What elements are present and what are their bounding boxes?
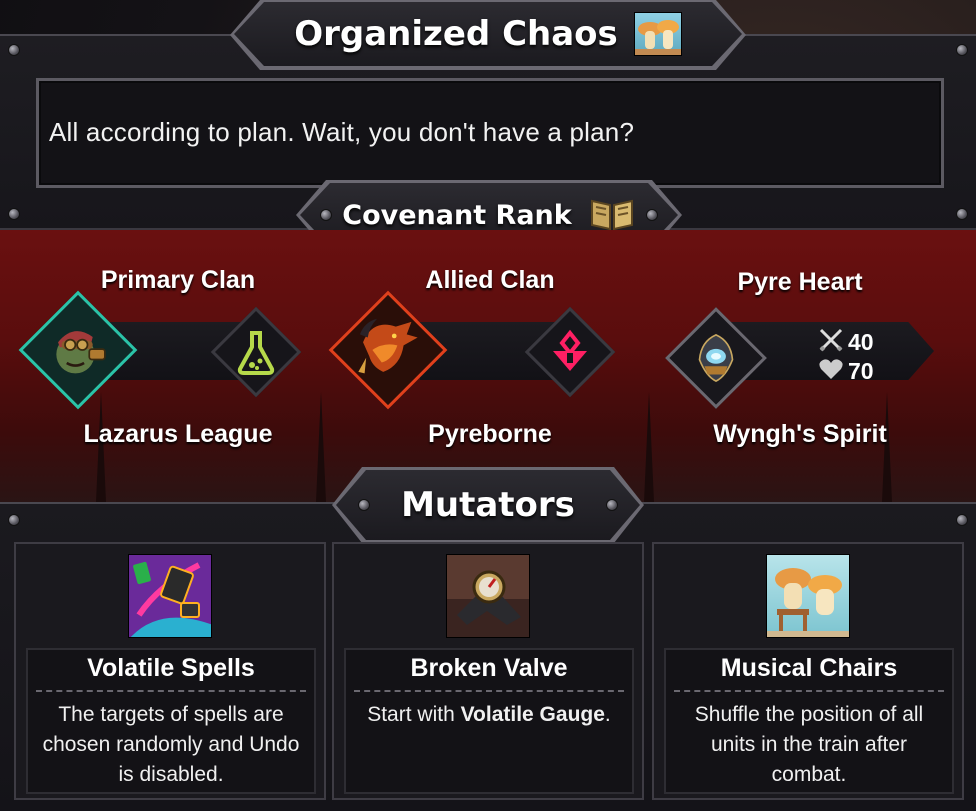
heart-icon bbox=[818, 357, 848, 386]
mutator-name: Broken Valve bbox=[410, 654, 568, 682]
challenge-description-box: All according to plan. Wait, you don't h… bbox=[36, 78, 944, 188]
rivet bbox=[320, 209, 332, 221]
description-text: Shuffle the position of all units in the… bbox=[694, 703, 924, 786]
challenge-description: All according to plan. Wait, you don't h… bbox=[49, 117, 635, 147]
goggled-alchemist-portrait bbox=[39, 311, 117, 389]
attack-value: 40 bbox=[848, 328, 874, 355]
divider bbox=[354, 690, 624, 692]
description-text: Start with bbox=[367, 703, 461, 726]
rivet bbox=[956, 514, 968, 526]
rivet bbox=[358, 499, 370, 511]
pyreborne-sigil-icon bbox=[541, 323, 599, 381]
divider bbox=[674, 690, 944, 692]
background-spike bbox=[644, 392, 654, 502]
volatile-spells-icon bbox=[128, 554, 212, 638]
mutator-text-box: Broken Valve Start with Volatile Gauge. bbox=[344, 648, 634, 794]
flask-icon bbox=[227, 323, 285, 381]
mutators-plaque: Mutators bbox=[336, 470, 640, 540]
musical-chairs-icon bbox=[766, 554, 850, 638]
rivet bbox=[646, 209, 658, 221]
rivet bbox=[956, 208, 968, 220]
background-spike bbox=[316, 392, 326, 502]
broken-valve-icon bbox=[446, 554, 530, 638]
pyre-heart-name: Wyngh's Spirit bbox=[713, 420, 887, 448]
pyre-heart-icon bbox=[683, 325, 749, 391]
pyre-heart-heading: Pyre Heart bbox=[737, 268, 863, 296]
dragon-portrait bbox=[349, 311, 427, 389]
mutator-card[interactable]: Musical Chairs Shuffle the position of a… bbox=[652, 542, 964, 800]
rivet bbox=[956, 44, 968, 56]
covenant-rank-label: Covenant Rank bbox=[342, 199, 572, 231]
rivet bbox=[8, 514, 20, 526]
mutator-name: Volatile Spells bbox=[87, 654, 255, 682]
health-value: 70 bbox=[848, 357, 874, 384]
description-text: . bbox=[604, 703, 611, 726]
mutator-card[interactable]: Volatile Spells The targets of spells ar… bbox=[14, 542, 326, 800]
mutator-text-box: Musical Chairs Shuffle the position of a… bbox=[664, 648, 954, 794]
rivet bbox=[8, 44, 20, 56]
mutator-name: Musical Chairs bbox=[720, 654, 898, 682]
mutator-description: The targets of spells are chosen randoml… bbox=[36, 700, 306, 790]
title-plaque: Organized Chaos bbox=[234, 2, 742, 66]
run-summary-screen: All according to plan. Wait, you don't h… bbox=[0, 0, 976, 811]
description-text: The targets of spells are chosen randoml… bbox=[42, 703, 300, 786]
challenge-title: Organized Chaos bbox=[294, 14, 618, 54]
mutators-title: Mutators bbox=[401, 485, 575, 525]
rivet bbox=[8, 208, 20, 220]
primary-clan-heading: Primary Clan bbox=[100, 266, 256, 294]
mutator-text-box: Volatile Spells The targets of spells ar… bbox=[26, 648, 316, 794]
description-keyword[interactable]: Volatile Gauge bbox=[461, 703, 605, 726]
pyre-heart-stats: 40 70 bbox=[818, 328, 898, 386]
allied-clan-heading: Allied Clan bbox=[425, 266, 555, 294]
allied-clan-name: Pyreborne bbox=[428, 420, 552, 448]
mutator-description: Start with Volatile Gauge. bbox=[354, 700, 624, 730]
crossed-swords-icon bbox=[818, 327, 848, 358]
attack-stat: 40 bbox=[818, 328, 898, 356]
primary-clan-name: Lazarus League bbox=[83, 420, 273, 448]
rivet bbox=[606, 499, 618, 511]
mutator-description: Shuffle the position of all units in the… bbox=[674, 700, 944, 790]
divider bbox=[36, 690, 306, 692]
health-stat: 70 bbox=[818, 356, 898, 386]
mutator-card[interactable]: Broken Valve Start with Volatile Gauge. bbox=[332, 542, 644, 800]
mushroom-pair-icon bbox=[634, 12, 682, 56]
